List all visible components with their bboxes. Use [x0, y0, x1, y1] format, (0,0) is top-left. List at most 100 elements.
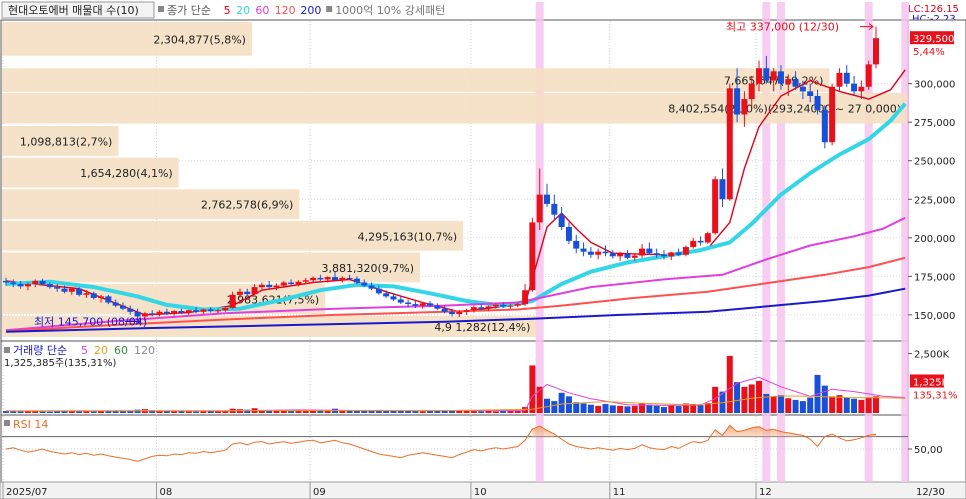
volume-bar — [865, 397, 872, 413]
candle-body — [500, 304, 507, 307]
candle-body — [156, 311, 163, 315]
candle-body — [712, 179, 719, 234]
candle-body — [397, 299, 404, 303]
volume-bar — [485, 410, 492, 413]
candle-body — [719, 179, 726, 200]
volume-profile-label: 1,654,280(4,1%) — [80, 167, 173, 180]
candle-body — [383, 293, 390, 297]
candle-body — [529, 222, 536, 291]
candle-body — [361, 282, 368, 286]
candle-body — [434, 305, 441, 309]
volume-bar — [39, 411, 46, 413]
volume-bar — [273, 410, 280, 413]
candle-body — [149, 313, 156, 315]
volume-bar — [46, 411, 53, 413]
volume-profile-label: 8,402,554(21,0%)(293,24000 ~ 27 0,000) — [668, 103, 901, 116]
volume-title: 거래량 단순 — [13, 344, 67, 357]
candle-body — [324, 277, 331, 280]
volume-bar — [792, 399, 799, 413]
candle-body — [405, 302, 412, 305]
candle-body — [814, 95, 821, 110]
candle-body — [46, 284, 53, 288]
candle-body — [456, 311, 463, 315]
candle-body — [17, 284, 24, 287]
candle-body — [741, 99, 748, 115]
candle-body — [368, 285, 375, 289]
candle-body — [675, 252, 682, 255]
stock-chart[interactable]: 현대오토에버 매물대 수(10) 종가 단순 5 20 60 120 200 1000억 1… — [0, 0, 966, 499]
candle-body — [587, 251, 594, 255]
candle-body — [829, 86, 836, 143]
last-change-label: 5,44% — [913, 47, 945, 58]
volume-bar — [617, 405, 624, 413]
candle-body — [54, 287, 61, 289]
legend-swatch — [326, 6, 333, 12]
candle-body — [353, 278, 360, 283]
price-tick-label: 175,000 — [914, 272, 955, 283]
volume-bar — [412, 411, 419, 413]
candle-body — [207, 309, 214, 312]
volume-bar — [858, 399, 865, 413]
volume-bar — [83, 411, 90, 413]
candle-body — [544, 194, 551, 204]
rsi-title: RSI 14 — [13, 418, 48, 431]
volume-bar — [799, 401, 806, 413]
price-tick-label: 225,000 — [914, 195, 955, 206]
candle-body — [127, 308, 134, 312]
volume-bar — [390, 410, 397, 413]
volume-bar — [419, 411, 426, 413]
volume-bar — [500, 411, 507, 413]
volume-bar — [609, 405, 616, 413]
candle-body — [105, 296, 112, 303]
volume-bar — [573, 402, 580, 413]
legend-swatch — [4, 420, 10, 426]
volume-bar — [361, 410, 368, 413]
last-volume-label: 1,325K — [913, 377, 949, 388]
candle-body — [419, 303, 426, 306]
volume-bar — [807, 397, 814, 413]
candle-body — [302, 280, 309, 282]
indicator-legend[interactable]: 종가 단순 5 20 60 120 200 1000억 10% 강세패턴 — [158, 4, 445, 17]
volume-legend-label: 5 — [81, 344, 88, 357]
price-tick-label: 300,000 — [914, 80, 955, 91]
candle-body — [3, 280, 9, 283]
volume-bar — [90, 411, 97, 413]
candle-body — [624, 253, 631, 258]
candle-body — [266, 284, 273, 288]
price-tick-label: 250,000 — [914, 157, 955, 168]
candle-body — [631, 255, 638, 258]
candle-body — [200, 309, 207, 312]
price-tick-label: 150,000 — [914, 311, 955, 322]
volume-bar — [24, 411, 31, 413]
candle-body — [412, 304, 419, 306]
candle-body — [317, 277, 324, 280]
candle-body — [756, 68, 763, 84]
volume-legend-label: 20 — [94, 344, 108, 357]
candle-body — [668, 252, 675, 257]
volume-profile-label: 1,098,813(2,7%) — [20, 135, 113, 148]
candle-body — [602, 251, 609, 254]
title-text: 현대오토에버 매물대 수(10) — [8, 4, 139, 17]
legend-label: 1000억 10% 강세패턴 — [335, 4, 445, 17]
volume-bar — [726, 355, 733, 413]
volume-bar — [734, 382, 741, 413]
volume-profile-bar — [2, 68, 830, 92]
legend-label: 200 — [300, 4, 321, 17]
candle-body — [193, 310, 200, 312]
candle-body — [653, 253, 660, 255]
candle-body — [178, 311, 185, 313]
volume-bar — [821, 385, 828, 413]
candle-body — [639, 248, 646, 256]
candle-body — [280, 282, 287, 286]
candle-body — [697, 240, 704, 243]
legend-label: 20 — [236, 4, 250, 17]
candle-body — [522, 290, 529, 305]
title-button[interactable]: 현대오토에버 매물대 수(10) — [1, 1, 155, 19]
volume-bar — [756, 380, 763, 413]
candle-body — [843, 72, 850, 84]
volume-bar — [61, 411, 68, 413]
candle-body — [251, 287, 258, 295]
legend-label: 5 — [224, 4, 231, 17]
candle-body — [273, 285, 280, 288]
candle-body — [90, 293, 97, 298]
